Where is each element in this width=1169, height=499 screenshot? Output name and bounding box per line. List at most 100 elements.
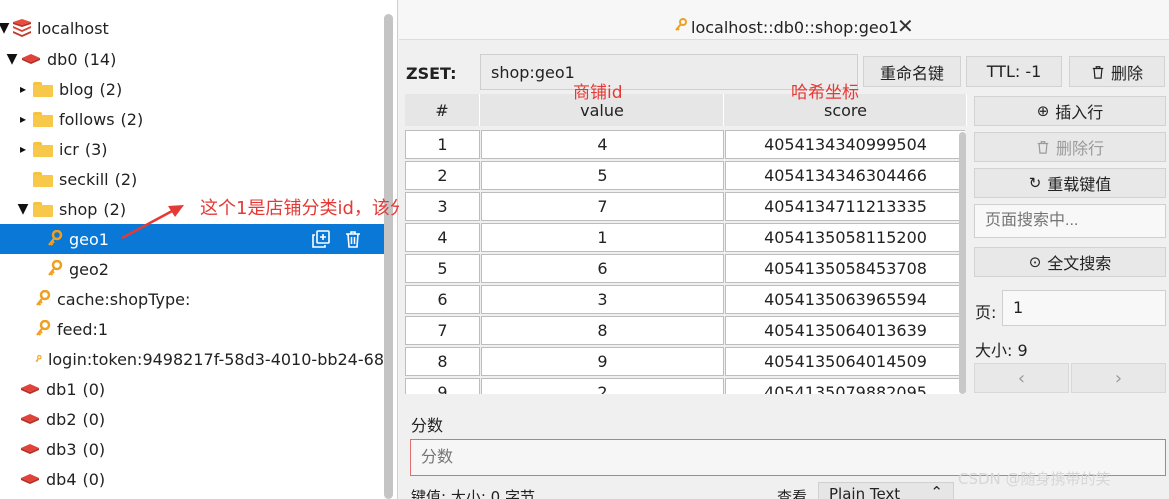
row-index-cell[interactable]: 1 <box>405 130 480 159</box>
row-index-cell[interactable]: 2 <box>405 161 480 190</box>
tab-title: localhost::db0::shop:geo1 <box>691 18 899 37</box>
tree-folder-seckill[interactable]: seckill (2) <box>0 164 384 194</box>
delete-row-button[interactable]: 删除行 <box>974 132 1166 162</box>
key-label: geo1 <box>69 229 109 249</box>
table-row[interactable]: 6 3 4054135063965594 <box>405 285 965 315</box>
collapse-arrow-icon[interactable]: ▼ <box>16 201 30 217</box>
format-select-value: Plain Text <box>829 485 901 499</box>
collapse-arrow-icon[interactable]: ▼ <box>5 51 19 67</box>
row-index-cell[interactable]: 5 <box>405 254 480 283</box>
score-cell[interactable]: 4054135079882095 <box>725 378 965 394</box>
next-page-button[interactable]: › <box>1071 363 1166 393</box>
tree-key-cache-shoptype[interactable]: cache:shopType: <box>0 284 384 314</box>
tree-db1[interactable]: db1 (0) <box>0 374 384 404</box>
value-cell[interactable]: 9 <box>481 347 724 376</box>
collapse-arrow-icon[interactable]: ▼ <box>0 20 11 36</box>
insert-row-button[interactable]: ⊕ 插入行 <box>974 96 1166 126</box>
tree-server-localhost[interactable]: ▼ localhost <box>0 13 384 43</box>
expand-arrow-icon[interactable]: ▸ <box>16 142 30 156</box>
row-index-cell[interactable]: 9 <box>405 378 480 394</box>
db-label: db2 <box>46 409 77 429</box>
row-index-cell[interactable]: 7 <box>405 316 480 345</box>
page-number-input[interactable]: 1 <box>1002 290 1166 326</box>
copy-icon[interactable] <box>311 229 331 249</box>
tree-key-feed[interactable]: feed:1 <box>0 314 384 344</box>
value-cell[interactable]: 1 <box>481 223 724 252</box>
close-icon[interactable]: ✕ <box>897 14 914 38</box>
chevron-left-icon: ‹ <box>1017 367 1026 389</box>
format-select[interactable]: Plain Text ⌃ <box>818 482 954 499</box>
table-row[interactable]: 9 2 4054135079882095 <box>405 378 965 394</box>
score-cell[interactable]: 4054134346304466 <box>725 161 965 190</box>
tree-folder-follows[interactable]: ▸ follows (2) <box>0 104 384 134</box>
key-icon <box>48 260 63 276</box>
db-key-count: (0) <box>82 469 106 489</box>
row-index-cell[interactable]: 8 <box>405 347 480 376</box>
db-label: db1 <box>46 379 77 399</box>
tree-db2[interactable]: db2 (0) <box>0 404 384 434</box>
delete-key-button[interactable]: 删除 <box>1069 56 1165 87</box>
key-tab[interactable]: localhost::db0::shop:geo1 ✕ <box>399 0 1169 40</box>
tree-db3[interactable]: db3 (0) <box>0 434 384 464</box>
tree-key-login-token[interactable]: login:token:9498217f-58d3-4010-bb24-68 <box>0 344 384 374</box>
value-cell[interactable]: 2 <box>481 378 724 394</box>
page-search-input[interactable] <box>974 204 1166 238</box>
annotation-arrow <box>121 205 184 240</box>
table-row[interactable]: 1 4 4054134340999504 <box>405 130 965 160</box>
tree-folder-blog[interactable]: ▸ blog (2) <box>0 74 384 104</box>
value-cell[interactable]: 7 <box>481 192 724 221</box>
table-scrollbar[interactable] <box>959 132 966 394</box>
table-row[interactable]: 3 7 4054134711213335 <box>405 192 965 222</box>
folder-count: (2) <box>114 169 138 189</box>
tree-folder-icr[interactable]: ▸ icr (3) <box>0 134 384 164</box>
database-icon <box>22 54 40 64</box>
key-label: cache:shopType: <box>57 289 191 309</box>
tree-db4[interactable]: db4 (0) <box>0 464 384 494</box>
score-cell[interactable]: 4054135058453708 <box>725 254 965 283</box>
folder-icon <box>33 141 53 157</box>
reload-value-label: 重载键值 <box>1047 175 1112 194</box>
table-row[interactable]: 7 8 4054135064013639 <box>405 316 965 346</box>
ttl-button[interactable]: TTL: -1 <box>966 56 1062 87</box>
ttl-label: TTL: -1 <box>986 62 1042 81</box>
tree-db0[interactable]: ▼ db0 (14) <box>0 44 384 74</box>
trash-icon[interactable] <box>343 229 363 249</box>
tree-scrollbar[interactable] <box>384 14 393 499</box>
prev-page-button[interactable]: ‹ <box>974 363 1069 393</box>
key-icon <box>675 18 687 31</box>
score-cell[interactable]: 4054135058115200 <box>725 223 965 252</box>
value-cell[interactable]: 6 <box>481 254 724 283</box>
table-row[interactable]: 2 5 4054134346304466 <box>405 161 965 191</box>
reload-value-button[interactable]: ↻ 重载键值 <box>974 168 1166 198</box>
tree-key-geo2[interactable]: geo2 <box>0 254 384 284</box>
trash-icon <box>1092 65 1104 79</box>
expand-arrow-icon[interactable]: ▸ <box>16 112 30 126</box>
row-index-cell[interactable]: 4 <box>405 223 480 252</box>
score-cell[interactable]: 4054135064014509 <box>725 347 965 376</box>
zset-table: 1 4 4054134340999504 2 5 4054134346304466 3 7 40… <box>405 130 965 394</box>
row-index-cell[interactable]: 6 <box>405 285 480 314</box>
value-cell[interactable]: 3 <box>481 285 724 314</box>
column-header-index[interactable]: # <box>405 94 480 126</box>
score-cell[interactable]: 4054134340999504 <box>725 130 965 159</box>
key-label: geo2 <box>69 259 109 279</box>
score-cell[interactable]: 4054134711213335 <box>725 192 965 221</box>
expand-arrow-icon[interactable]: ▸ <box>16 82 30 96</box>
score-cell[interactable]: 4054135064013639 <box>725 316 965 345</box>
key-type-label: ZSET: <box>406 64 457 83</box>
table-row[interactable]: 8 9 4054135064014509 <box>405 347 965 377</box>
folder-label: seckill <box>59 169 109 189</box>
score-cell[interactable]: 4054135063965594 <box>725 285 965 314</box>
key-label: login:token:9498217f-58d3-4010-bb24-68 <box>47 349 384 369</box>
row-index-cell[interactable]: 3 <box>405 192 480 221</box>
value-cell[interactable]: 8 <box>481 316 724 345</box>
folder-count: (2) <box>99 79 123 99</box>
server-label: localhost <box>37 18 109 38</box>
value-cell[interactable]: 5 <box>481 161 724 190</box>
table-row[interactable]: 4 1 4054135058115200 <box>405 223 965 253</box>
table-row[interactable]: 5 6 4054135058453708 <box>405 254 965 284</box>
value-cell[interactable]: 4 <box>481 130 724 159</box>
fulltext-search-button[interactable]: ⊙ 全文搜索 <box>974 247 1166 277</box>
redis-desktop-manager: ▼ localhost ▼ db0 (14) ▸ blog (2) ▸ <box>0 0 1169 499</box>
rename-key-button[interactable]: 重命名键 <box>863 56 961 87</box>
